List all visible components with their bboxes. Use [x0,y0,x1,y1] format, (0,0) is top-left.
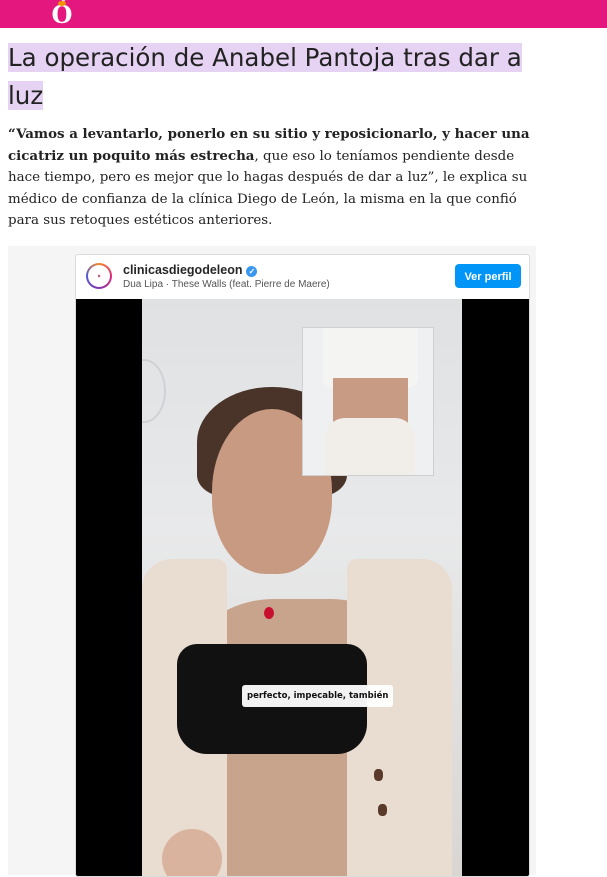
site-logo[interactable]: Ó [50,0,74,29]
video-inset-image [302,327,434,476]
username-text: clinicasdiegodeleon [123,263,243,277]
clinic-logo-icon[interactable]: ◆ [86,263,112,289]
video-frame: perfecto, impecable, también [142,299,462,876]
logo-accent-dot [58,1,66,6]
instagram-embed-card: ◆ clinicasdiegodeleon ✓ Dua Lipa · These … [75,254,530,877]
inset-back [333,378,408,423]
article-title-heading: La operación de Anabel Pantoja tras dar … [8,36,522,112]
vest-button [374,769,383,781]
embed-video[interactable]: perfecto, impecable, también [76,299,529,876]
verified-badge-icon: ✓ [246,266,258,277]
embed-username[interactable]: clinicasdiegodeleon ✓ [123,263,258,277]
embed-header: ◆ clinicasdiegodeleon ✓ Dua Lipa · These … [76,255,529,299]
heart-pendant [264,607,274,619]
wall-decoration [142,359,166,423]
site-header-bar: Ó [0,0,607,29]
view-profile-button[interactable]: Ver perfil [455,264,521,288]
inset-pants [325,418,415,475]
avatar-monogram: ◆ [97,273,101,278]
article-title: La operación de Anabel Pantoja tras dar … [8,43,522,110]
article-title-wrap: La operación de Anabel Pantoja tras dar … [8,36,528,112]
video-caption: perfecto, impecable, también [242,685,394,707]
embed-song[interactable]: Dua Lipa · These Walls (feat. Pierre de … [123,279,330,290]
vest-button [378,804,387,816]
article-paragraph: “Vamos a levantarlo, ponerlo en su sitio… [8,124,538,232]
